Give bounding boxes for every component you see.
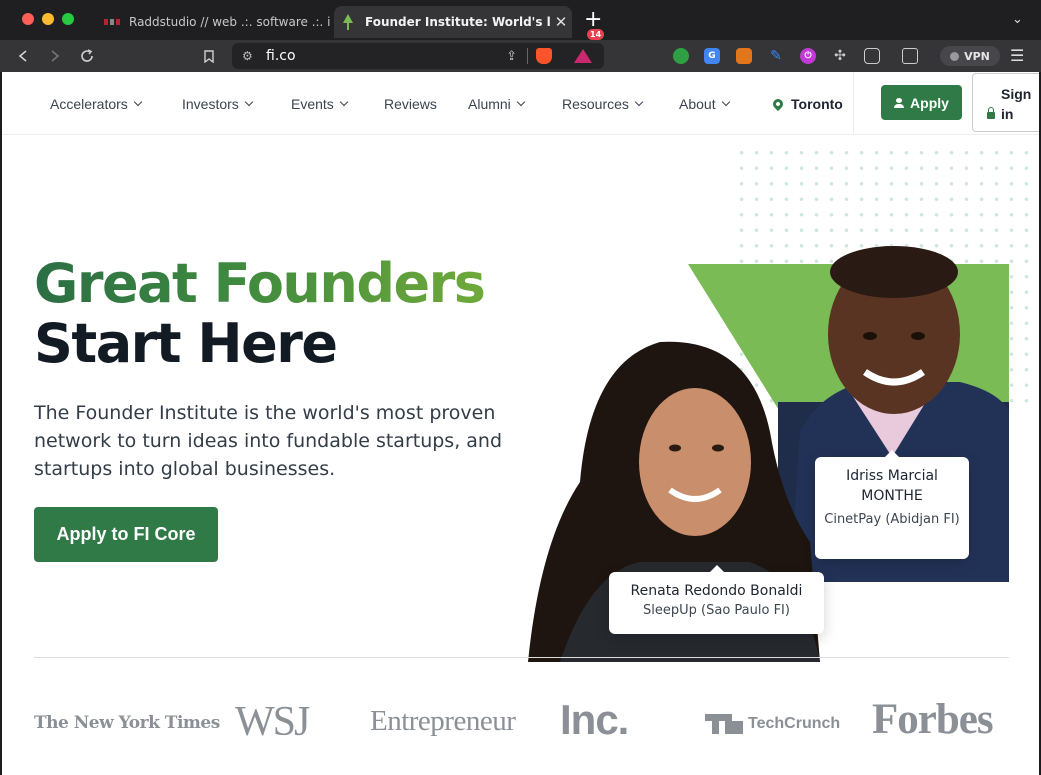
lock-icon xyxy=(987,107,995,119)
nav-label: Alumni xyxy=(468,95,511,112)
founder-card-renata: Renata Redondo Bonaldi SleepUp (Sao Paul… xyxy=(609,565,824,634)
vpn-status-icon xyxy=(950,51,960,61)
map-pin-icon xyxy=(770,96,786,111)
nav-item-accelerators[interactable]: Accelerators xyxy=(50,72,143,135)
founder-name: Idriss Marcial MONTHE xyxy=(846,468,938,504)
techcrunch-logo: TechCrunch xyxy=(748,715,841,732)
sign-in-label: Sign in xyxy=(1001,86,1032,122)
apply-to-fi-core-button[interactable]: Apply to FI Core xyxy=(34,507,218,562)
url-text[interactable]: fi.co xyxy=(266,48,506,64)
hero-title-line1: Great Founders xyxy=(34,252,486,315)
chevron-down-icon xyxy=(133,97,143,106)
nyt-logo: The New York Times xyxy=(34,713,220,733)
brave-shields-icon[interactable] xyxy=(536,48,552,64)
location-label: Toronto xyxy=(791,95,843,112)
section-divider xyxy=(34,657,1009,658)
minimize-window-button[interactable] xyxy=(42,13,54,25)
vpn-button[interactable]: VPN xyxy=(940,46,1000,66)
divider xyxy=(853,72,854,135)
sidebar-toggle-icon[interactable] xyxy=(864,48,880,64)
chevron-down-icon xyxy=(339,97,349,106)
extension-metamask-icon[interactable] xyxy=(736,48,752,64)
nav-item-reviews[interactable]: Reviews xyxy=(384,72,437,135)
nav-label: About xyxy=(679,95,716,112)
chevron-down-icon xyxy=(634,97,644,106)
nav-item-resources[interactable]: Resources xyxy=(562,72,644,135)
chevron-down-icon xyxy=(516,97,526,106)
nav-label: Accelerators xyxy=(50,95,128,112)
site-navbar: Accelerators Investors Events Reviews Al… xyxy=(2,72,1039,135)
raddstudio-favicon-icon xyxy=(104,15,120,29)
chevron-down-icon xyxy=(244,97,254,106)
extensions-puzzle-icon[interactable]: ✣ xyxy=(832,48,848,64)
maximize-window-button[interactable] xyxy=(62,13,74,25)
entrepreneur-logo: Entrepreneur xyxy=(370,705,516,737)
site-settings-icon[interactable]: ⚙ xyxy=(242,49,258,63)
browser-tab-bar: Raddstudio // web .:. software .:. ide F… xyxy=(0,0,1041,40)
rewards-badge: 14 xyxy=(587,29,605,40)
tab-list-chevron-icon[interactable]: ⌄ xyxy=(1012,12,1023,27)
extension-power-icon[interactable]: ⏻ xyxy=(800,48,816,64)
user-icon xyxy=(894,97,905,108)
fi-favicon-icon xyxy=(340,14,356,30)
inc-logo: Inc. xyxy=(560,696,629,743)
share-icon[interactable]: ⇪ xyxy=(506,49,517,64)
nav-label: Resources xyxy=(562,95,629,112)
sign-in-button[interactable]: Sign in xyxy=(972,73,1039,132)
extension-grammar-icon[interactable] xyxy=(673,48,689,64)
extension-feather-icon[interactable]: ✎ xyxy=(768,48,784,64)
extension-translate-icon[interactable]: G xyxy=(704,48,720,64)
browser-tab-raddstudio[interactable]: Raddstudio // web .:. software .:. ide xyxy=(98,6,330,38)
nav-label: Investors xyxy=(182,95,239,112)
new-tab-button[interactable]: + xyxy=(584,9,602,31)
nav-label: Events xyxy=(291,95,334,112)
chevron-down-icon xyxy=(721,97,730,106)
nav-item-about[interactable]: About xyxy=(679,72,730,135)
back-icon[interactable] xyxy=(12,40,34,72)
nav-item-investors[interactable]: Investors xyxy=(182,72,254,135)
close-tab-icon[interactable]: ✕ xyxy=(550,13,572,31)
forward-icon[interactable] xyxy=(44,40,66,72)
brave-rewards-icon[interactable]: 14 xyxy=(574,29,605,63)
address-bar[interactable]: ⚙ fi.co ⇪ 14 xyxy=(232,29,605,69)
founder-name: Renata Redondo Bonaldi xyxy=(630,583,803,599)
nav-item-events[interactable]: Events xyxy=(291,72,349,135)
hero-title-line2: Start Here xyxy=(34,312,338,375)
apply-label: Apply xyxy=(910,94,949,111)
forbes-logo: Forbes xyxy=(872,696,994,743)
hero-subtitle: The Founder Institute is the world's mos… xyxy=(34,402,503,480)
apply-button[interactable]: Apply xyxy=(881,85,962,120)
menu-hamburger-icon[interactable]: ☰ xyxy=(1010,46,1024,65)
founder-company: SleepUp (Sao Paulo FI) xyxy=(643,603,790,618)
tab-title: Raddstudio // web .:. software .:. ide xyxy=(129,15,330,29)
browser-tab-founder-institute[interactable]: Founder Institute: World's largest pre-s… xyxy=(334,6,572,38)
bookmark-icon[interactable] xyxy=(198,40,220,72)
nav-label: Reviews xyxy=(384,95,437,112)
techcrunch-mark-icon xyxy=(705,714,743,734)
tab-title: Founder Institute: World's largest pre-s… xyxy=(365,15,550,29)
divider xyxy=(527,48,528,64)
reload-icon[interactable] xyxy=(76,40,98,72)
nav-item-alumni[interactable]: Alumni xyxy=(468,72,526,135)
wsj-logo: WSJ xyxy=(235,699,310,745)
location-selector[interactable]: Toronto xyxy=(770,72,843,135)
web-page: Accelerators Investors Events Reviews Al… xyxy=(2,72,1039,775)
founder-card-idriss: Idriss Marcial MONTHE CinetPay (Abidjan … xyxy=(815,450,969,559)
close-window-button[interactable] xyxy=(22,13,34,25)
wallet-icon[interactable] xyxy=(902,48,918,64)
founder-company: CinetPay (Abidjan FI) xyxy=(824,512,960,527)
vpn-label: VPN xyxy=(964,49,990,63)
